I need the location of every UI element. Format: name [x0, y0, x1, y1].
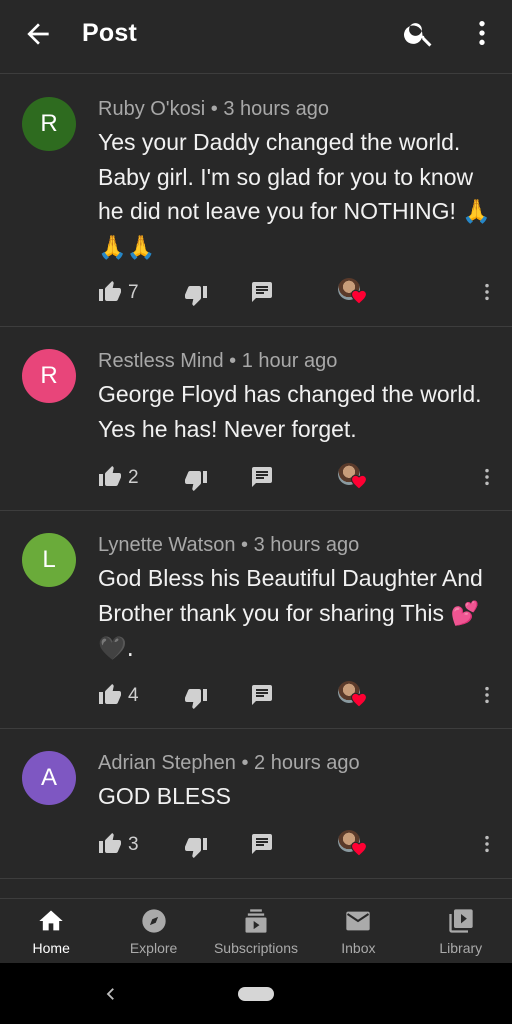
nav-label: Explore — [129, 940, 178, 956]
avatar[interactable]: R — [22, 349, 76, 403]
heart-icon — [350, 474, 368, 490]
comment-time: 1 hour ago — [241, 350, 338, 372]
creator-heart-icon — [338, 681, 368, 711]
comment-text-body: George Floyd has changed the world. Yes … — [98, 381, 482, 442]
comment-author[interactable]: Lynette Watson — [98, 534, 235, 556]
thumb-down-icon[interactable] — [184, 686, 208, 710]
reply-comment-icon[interactable] — [250, 465, 274, 489]
creator-heart-icon — [338, 463, 368, 493]
nav-home[interactable]: Home — [0, 899, 102, 963]
thumb-up-icon[interactable] — [98, 465, 122, 489]
more-vert-icon[interactable] — [466, 16, 498, 50]
comment-time: 3 hours ago — [223, 98, 329, 120]
heart-icon — [350, 289, 368, 305]
home-icon — [39, 910, 63, 931]
meta-separator: • — [235, 534, 254, 556]
comment-author[interactable]: Ruby O'kosi — [98, 98, 205, 120]
thumb-up-icon[interactable] — [98, 280, 122, 304]
mail-icon — [346, 911, 371, 931]
creator-heart-icon — [338, 278, 368, 308]
comment-item: L Lynette Watson • 3 hours ago God Bless… — [0, 511, 512, 729]
reply-comment-icon[interactable] — [250, 832, 274, 856]
comment-more-icon[interactable] — [476, 683, 498, 707]
comment-meta: Ruby O'kosi • 3 hours ago — [98, 98, 329, 121]
comment-time: 3 hours ago — [253, 534, 360, 556]
avatar[interactable]: R — [22, 97, 76, 151]
comment-text: GOD BLESS — [98, 779, 498, 814]
system-nav-bar — [0, 963, 512, 1024]
system-back-icon[interactable] — [102, 985, 120, 1003]
nav-subscriptions[interactable]: Subscriptions — [205, 899, 307, 963]
comment-meta: Adrian Stephen • 2 hours ago — [98, 752, 360, 775]
thumb-down-icon[interactable] — [184, 468, 208, 492]
comment-more-icon[interactable] — [476, 280, 498, 304]
nav-label: Home — [32, 940, 70, 956]
bottom-navigation: Home Explore Subscriptions Inbox Library — [0, 899, 512, 963]
comment-text: God Bless his Beautiful Daughter And Bro… — [98, 561, 498, 667]
comment-item: A Adrian Stephen • 2 hours ago GOD BLESS… — [0, 729, 512, 879]
comment-text-body: God Bless his Beautiful Daughter And Bro… — [98, 565, 483, 626]
meta-separator: • — [235, 752, 255, 774]
nav-inbox[interactable]: Inbox — [307, 899, 409, 963]
meta-separator: • — [223, 350, 242, 372]
thumb-up-icon[interactable] — [98, 832, 122, 856]
comment-item: R Ruby O'kosi • 3 hours ago Yes your Dad… — [0, 74, 512, 327]
nav-label: Inbox — [341, 940, 376, 956]
comment-more-icon[interactable] — [476, 465, 498, 489]
comment-meta: Lynette Watson • 3 hours ago — [98, 534, 359, 557]
creator-heart-icon — [338, 830, 368, 860]
nav-explore[interactable]: Explore — [102, 899, 204, 963]
comment-meta: Restless Mind • 1 hour ago — [98, 350, 337, 373]
comment-author[interactable]: Restless Mind — [98, 350, 224, 372]
meta-separator: • — [205, 98, 224, 120]
thumb-up-icon[interactable] — [98, 683, 122, 707]
comment-actions: 4 — [98, 681, 498, 713]
comment-time: 2 hours ago — [254, 752, 360, 774]
comment-text-body: GOD BLESS — [98, 783, 231, 809]
thumb-down-icon[interactable] — [184, 835, 208, 859]
compass-icon — [141, 909, 166, 933]
heart-icon — [350, 692, 368, 708]
subscriptions-icon — [245, 909, 267, 933]
comment-text: George Floyd has changed the world. Yes … — [98, 377, 498, 446]
comment-text-body: Yes your Daddy changed the world. Baby g… — [98, 129, 474, 224]
system-home-pill[interactable] — [238, 987, 274, 1001]
comment-text: Yes your Daddy changed the world. Baby g… — [98, 125, 498, 265]
arrow-back-icon[interactable] — [22, 18, 54, 50]
nav-label: Library — [439, 940, 483, 956]
thumb-down-icon[interactable] — [184, 283, 208, 307]
nav-library[interactable]: Library — [410, 899, 512, 963]
comment-actions: 2 — [98, 463, 498, 495]
comments-list[interactable]: R Ruby O'kosi • 3 hours ago Yes your Dad… — [0, 74, 512, 898]
library-icon — [449, 909, 473, 933]
comment-item: R Restless Mind • 1 hour ago George Floy… — [0, 327, 512, 511]
like-count: 7 — [128, 282, 139, 303]
like-count: 4 — [128, 685, 139, 706]
avatar[interactable]: A — [22, 751, 76, 805]
comment-more-icon[interactable] — [476, 832, 498, 856]
page-title: Post — [82, 19, 137, 47]
reply-comment-icon[interactable] — [250, 683, 274, 707]
app-bar: Post — [0, 0, 512, 68]
search-icon[interactable] — [402, 16, 436, 50]
heart-icon — [350, 841, 368, 857]
comment-author[interactable]: Adrian Stephen — [98, 752, 236, 774]
like-count: 2 — [128, 467, 139, 488]
reply-comment-icon[interactable] — [250, 280, 274, 304]
comment-actions: 7 — [98, 278, 498, 310]
nav-label: Subscriptions — [213, 940, 298, 956]
avatar[interactable]: L — [22, 533, 76, 587]
like-count: 3 — [128, 834, 139, 855]
comment-actions: 3 — [98, 830, 498, 862]
